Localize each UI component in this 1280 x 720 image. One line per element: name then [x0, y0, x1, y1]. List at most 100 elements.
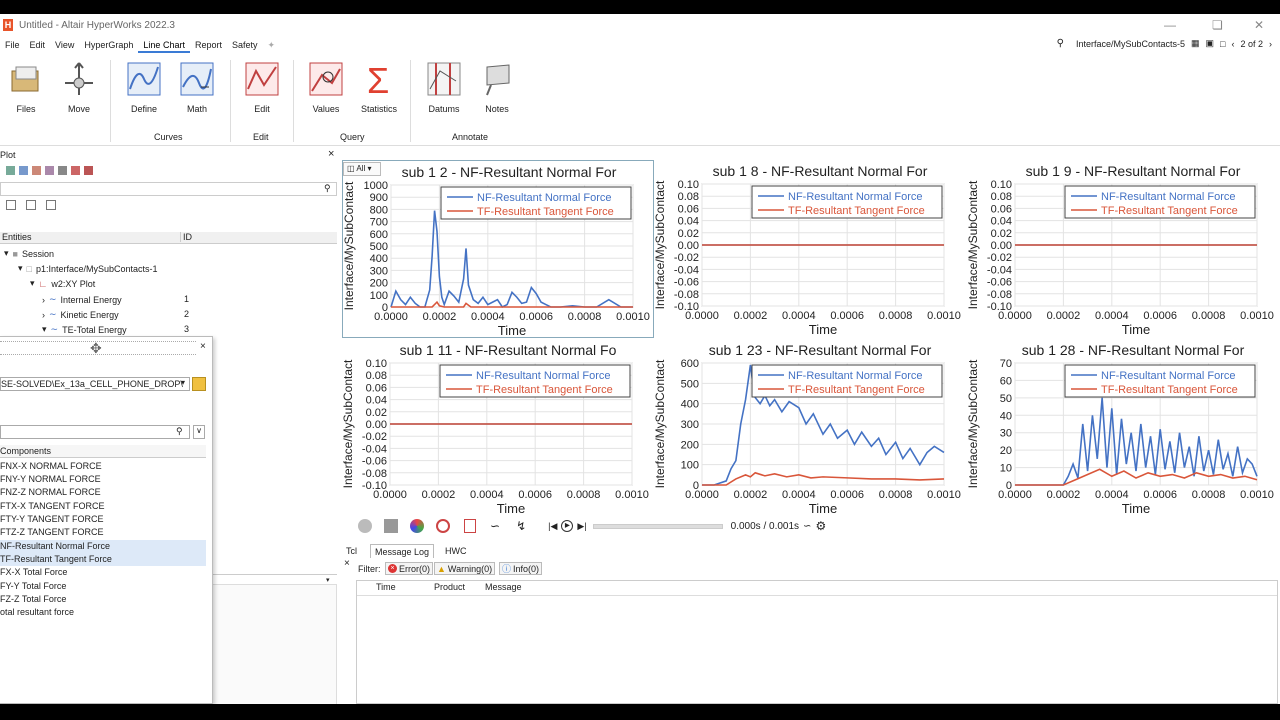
datums-icon	[426, 60, 462, 98]
next-page-icon[interactable]: ›	[1269, 39, 1272, 49]
plot-window-5[interactable]: sub 1 23 - NF-Resultant Normal For 0 100 20…	[654, 339, 966, 517]
expand-all-icon[interactable]	[6, 200, 16, 210]
toolbar-tool-icon[interactable]	[32, 166, 41, 175]
values-button[interactable]: Values	[300, 60, 352, 114]
menu-view[interactable]: View	[50, 37, 79, 53]
page-selector[interactable]: Interface/MySubContacts-5	[1076, 39, 1185, 49]
collapse-all-icon[interactable]	[26, 200, 36, 210]
animation-slider[interactable]	[592, 523, 723, 529]
tree-item-curve[interactable]: › ∼ Internal Energy	[42, 294, 122, 305]
dropdown-arrow-icon[interactable]: ▾	[181, 378, 185, 387]
menu-line-chart[interactable]: Line Chart	[138, 37, 190, 53]
component-item[interactable]: otal resultant force	[0, 606, 206, 619]
component-item[interactable]: FTZ-Z TANGENT FORCE	[0, 526, 206, 539]
file-path-field[interactable]: SE-SOLVED\Ex_13a_CELL_PHONE_DROP\	[0, 377, 190, 391]
curve-tool-icon[interactable]: ∽	[490, 519, 500, 533]
tree-item-curve[interactable]: › ∼ Kinetic Energy	[42, 309, 119, 320]
zoom-icon[interactable]	[436, 519, 450, 533]
toolbar-tool-icon[interactable]	[19, 166, 28, 175]
math-button[interactable]: Math	[171, 60, 223, 114]
plot-window-4[interactable]: sub 1 11 - NF-Resultant Normal Fo -0.10 -0…	[342, 339, 654, 517]
component-item[interactable]: FTY-Y TANGENT FORCE	[0, 513, 206, 526]
layout-grid-icon[interactable]: ▦	[1191, 38, 1200, 49]
tracking-icon[interactable]: ↯	[516, 519, 526, 533]
component-search-input[interactable]	[0, 425, 190, 439]
notes-button[interactable]: Notes	[471, 60, 523, 114]
menu-file[interactable]: File	[0, 37, 25, 53]
info-filter-button[interactable]: ⓘ Info(0)	[499, 562, 543, 575]
datums-button[interactable]: Datums	[418, 60, 470, 114]
y-tick-label: 60	[1000, 375, 1012, 387]
panel-splitter[interactable]	[213, 574, 337, 580]
add-ribbon-icon[interactable]: ✦	[262, 37, 280, 53]
error-filter-button[interactable]: × Error(0)	[385, 562, 433, 575]
graph-filter-dropdown[interactable]: ◫ All ▾	[343, 162, 381, 176]
tree-item-session[interactable]: ▾ ■ Session	[4, 248, 54, 259]
animation-tool-icon[interactable]	[464, 519, 476, 533]
column-product[interactable]: Product	[434, 582, 465, 592]
define-curves-button[interactable]: Define	[118, 60, 170, 114]
menu-hypergraph[interactable]: HyperGraph	[79, 37, 138, 53]
plot-search-input[interactable]	[0, 182, 337, 196]
minimize-button[interactable]: —	[1164, 18, 1176, 32]
column-message[interactable]: Message	[485, 582, 522, 592]
edit-curves-button[interactable]: Edit	[236, 60, 288, 114]
tab-message-log[interactable]: Message Log	[370, 544, 435, 558]
animation-tool-icon[interactable]	[358, 519, 372, 533]
component-item[interactable]: FY-Y Total Force	[0, 580, 206, 593]
search-icon[interactable]: ⚲	[176, 426, 183, 437]
y-tick-label: 40	[1000, 410, 1012, 422]
chevron-down-icon[interactable]: ▾	[326, 576, 330, 584]
menu-edit[interactable]: Edit	[25, 37, 51, 53]
toolbar-tool-icon[interactable]	[45, 166, 54, 175]
move-button[interactable]: Move	[53, 60, 105, 114]
component-item-selected[interactable]: NF-Resultant Normal Force	[0, 540, 206, 553]
tab-tcl[interactable]: Tcl	[342, 544, 361, 558]
search-icon[interactable]: ⚲	[324, 183, 331, 194]
skip-end-icon[interactable]: ▶|	[577, 521, 586, 532]
component-item[interactable]: FTX-X TANGENT FORCE	[0, 500, 206, 513]
tree-item-window[interactable]: ▾ ∟ w2:XY Plot	[30, 278, 95, 289]
plot-window-3[interactable]: sub 1 9 - NF-Resultant Normal For -0.10 -0…	[967, 160, 1279, 338]
column-time[interactable]: Time	[376, 582, 396, 592]
plot-window-1[interactable]: sub 1 2 - NF-Resultant Normal For 0 100 200…	[342, 160, 654, 338]
folder-icon[interactable]	[192, 377, 206, 391]
tree-item-page[interactable]: ▾ □ p1:Interface/MySubContacts-1	[18, 263, 158, 274]
tree-options-icon[interactable]	[46, 200, 56, 210]
previous-page-icon[interactable]: ‹	[1231, 39, 1234, 49]
menu-safety[interactable]: Safety	[227, 37, 263, 53]
component-item[interactable]: FZ-Z Total Force	[0, 593, 206, 606]
warning-filter-button[interactable]: ▲ Warning(0)	[434, 562, 496, 575]
toolbar-tool-icon[interactable]	[6, 166, 15, 175]
tree-item-curve[interactable]: ▾ ∼ TE-Total Energy	[42, 324, 127, 335]
component-item[interactable]: FNZ-Z NORMAL FORCE	[0, 486, 206, 499]
color-wheel-icon[interactable]	[410, 519, 424, 533]
animation-tool-icon[interactable]	[384, 519, 398, 533]
close-float-icon[interactable]: ×	[200, 341, 206, 352]
component-item[interactable]: FX-X Total Force	[0, 566, 206, 579]
gear-icon[interactable]: ⚙	[815, 519, 826, 533]
close-panel-icon[interactable]: ×	[328, 148, 334, 160]
component-item-selected[interactable]: TF-Resultant Tangent Force	[0, 553, 206, 566]
files-button[interactable]: Files	[0, 60, 52, 114]
toolbar-tool-icon[interactable]	[71, 166, 80, 175]
search-icon[interactable]: ⚲	[1057, 38, 1064, 49]
toolbar-tool-icon[interactable]	[84, 166, 93, 175]
menu-report[interactable]: Report	[190, 37, 227, 53]
tab-hwc[interactable]: HWC	[441, 544, 471, 558]
filter-chevron-icon[interactable]: ∨	[193, 425, 205, 439]
statistics-button[interactable]: Σ Statistics	[353, 60, 405, 114]
play-button[interactable]: ▸	[561, 520, 574, 532]
time-step-icon[interactable]: ∽	[803, 521, 811, 532]
plot-window-6[interactable]: sub 1 28 - NF-Resultant Normal For 0 10 20 3…	[967, 339, 1279, 517]
component-item[interactable]: FNX-X NORMAL FORCE	[0, 460, 206, 473]
toolbar-tool-icon[interactable]	[58, 166, 67, 175]
close-window-button[interactable]: ✕	[1254, 18, 1264, 32]
component-item[interactable]: FNY-Y NORMAL FORCE	[0, 473, 206, 486]
skip-start-icon[interactable]: |◀	[548, 521, 557, 532]
page-layout-icon[interactable]: ▣	[1206, 38, 1215, 49]
maximize-button[interactable]: ❏	[1212, 18, 1223, 32]
new-page-icon[interactable]: □	[1220, 39, 1225, 49]
plot-window-2[interactable]: sub 1 8 - NF-Resultant Normal For -0.10 -0…	[654, 160, 966, 338]
close-log-icon[interactable]: ×	[344, 558, 350, 569]
